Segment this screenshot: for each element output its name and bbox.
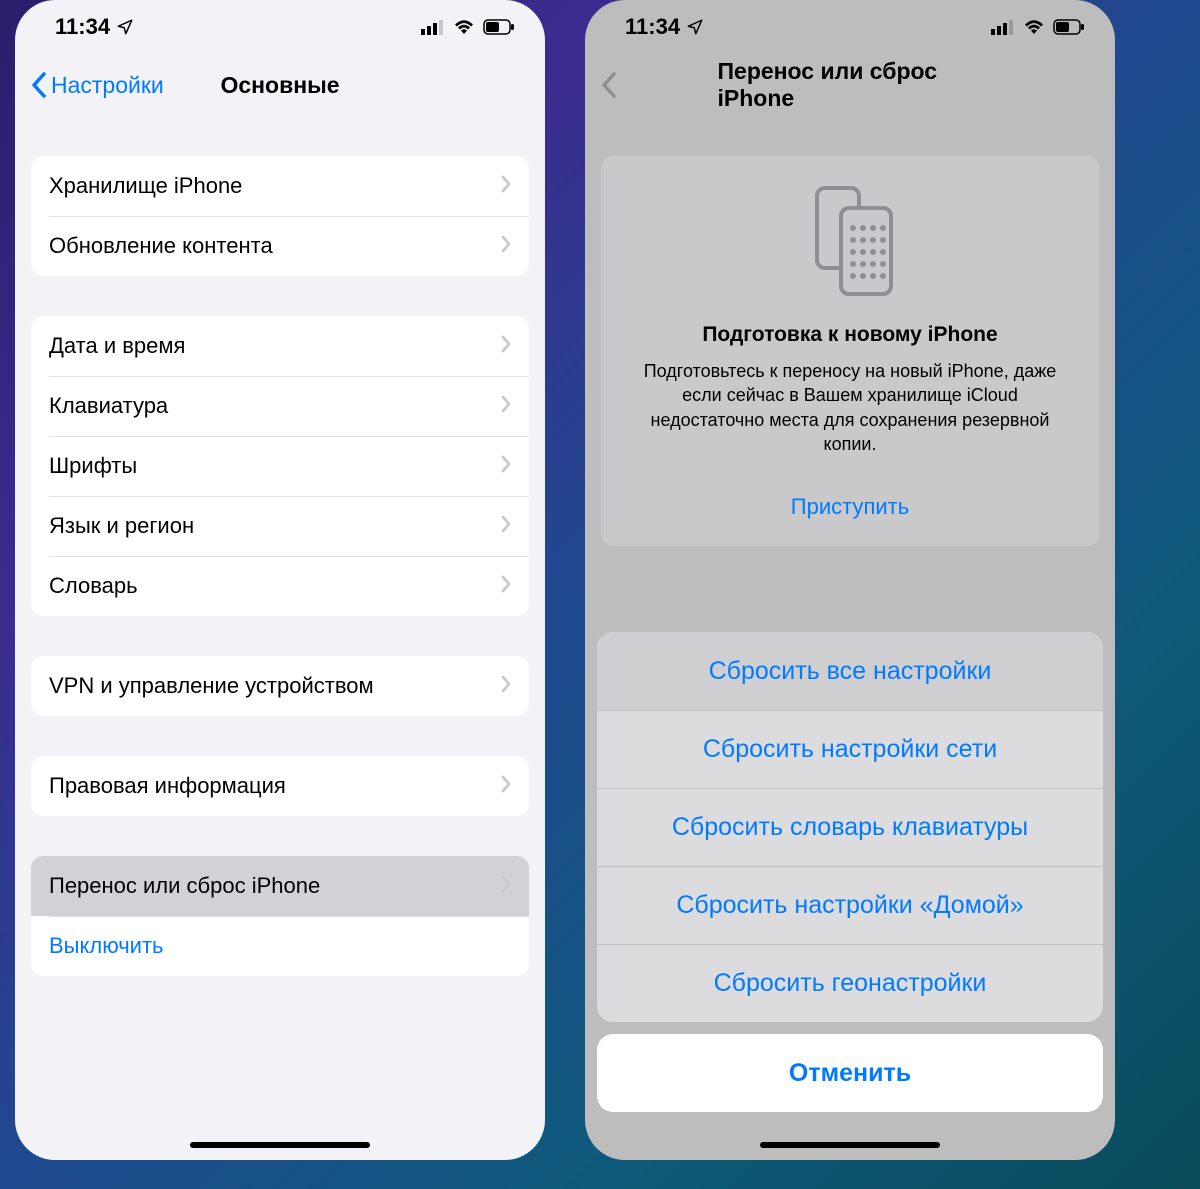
- cellular-signal-icon: [991, 19, 1015, 35]
- status-bar: 11:34: [585, 0, 1115, 54]
- reset-keyboard-dictionary[interactable]: Сбросить словарь клавиатуры: [597, 788, 1103, 866]
- chevron-right-icon: [501, 513, 511, 539]
- row-background-refresh[interactable]: Обновление контента: [31, 216, 529, 276]
- nav-header: Настройки Основные: [15, 54, 545, 116]
- location-icon: [686, 18, 704, 36]
- prepare-action-button[interactable]: Приступить: [625, 494, 1075, 520]
- chevron-right-icon: [501, 453, 511, 479]
- chevron-right-icon: [501, 393, 511, 419]
- page-title: Основные: [220, 72, 339, 99]
- settings-content: Хранилище iPhone Обновление контента Дат…: [15, 116, 545, 976]
- row-iphone-storage[interactable]: Хранилище iPhone: [31, 156, 529, 216]
- settings-group-storage: Хранилище iPhone Обновление контента: [31, 156, 529, 276]
- status-bar: 11:34: [15, 0, 545, 54]
- prepare-description: Подготовьтесь к переносу на новый iPhone…: [625, 359, 1075, 456]
- row-dictionary[interactable]: Словарь: [31, 556, 529, 616]
- page-title: Перенос или сброс iPhone: [718, 58, 983, 112]
- chevron-right-icon: [501, 873, 511, 899]
- iphone-transfer-icon: [807, 186, 893, 301]
- cellular-signal-icon: [421, 19, 445, 35]
- chevron-left-icon: [31, 72, 47, 98]
- chevron-right-icon: [501, 573, 511, 599]
- back-button[interactable]: Настройки: [31, 72, 164, 99]
- row-label: Шрифты: [49, 453, 137, 479]
- row-fonts[interactable]: Шрифты: [31, 436, 529, 496]
- chevron-right-icon: [501, 333, 511, 359]
- row-label: VPN и управление устройством: [49, 673, 374, 699]
- row-label: Клавиатура: [49, 393, 168, 419]
- home-indicator[interactable]: [760, 1142, 940, 1148]
- row-label: Словарь: [49, 573, 138, 599]
- chevron-right-icon: [501, 673, 511, 699]
- row-vpn-device-management[interactable]: VPN и управление устройством: [31, 656, 529, 716]
- sheet-label: Сбросить словарь клавиатуры: [672, 813, 1028, 842]
- reset-network-settings[interactable]: Сбросить настройки сети: [597, 710, 1103, 788]
- sheet-label: Сбросить настройки сети: [703, 735, 997, 764]
- battery-icon: [1053, 19, 1085, 35]
- reset-all-settings[interactable]: Сбросить все настройки: [597, 632, 1103, 710]
- row-label: Язык и регион: [49, 513, 194, 539]
- action-sheet: Сбросить все настройки Сбросить настройк…: [597, 632, 1103, 1112]
- row-label: Выключить: [49, 933, 164, 959]
- chevron-left-icon: [601, 72, 617, 98]
- phone-right: 11:34 Перенос или сброс iPhone: [585, 0, 1115, 1160]
- chevron-right-icon: [501, 233, 511, 259]
- row-label: Правовая информация: [49, 773, 286, 799]
- phone-left: 11:34 Настройки Основные: [15, 0, 545, 1160]
- row-label: Дата и время: [49, 333, 185, 359]
- action-sheet-options: Сбросить все настройки Сбросить настройк…: [597, 632, 1103, 1022]
- reset-home-layout[interactable]: Сбросить настройки «Домой»: [597, 866, 1103, 944]
- wifi-icon: [453, 19, 475, 35]
- sheet-label: Сбросить все настройки: [709, 657, 992, 686]
- row-label: Хранилище iPhone: [49, 173, 242, 199]
- row-keyboard[interactable]: Клавиатура: [31, 376, 529, 436]
- wifi-icon: [1023, 19, 1045, 35]
- location-icon: [116, 18, 134, 36]
- status-time: 11:34: [55, 14, 110, 40]
- row-transfer-reset[interactable]: Перенос или сброс iPhone: [31, 856, 529, 916]
- settings-group-vpn: VPN и управление устройством: [31, 656, 529, 716]
- row-label: Обновление контента: [49, 233, 273, 259]
- cancel-button[interactable]: Отменить: [597, 1034, 1103, 1112]
- settings-group-legal: Правовая информация: [31, 756, 529, 816]
- chevron-right-icon: [501, 173, 511, 199]
- back-button[interactable]: [601, 72, 617, 98]
- row-legal[interactable]: Правовая информация: [31, 756, 529, 816]
- settings-group-reset: Перенос или сброс iPhone Выключить: [31, 856, 529, 976]
- nav-header: Перенос или сброс iPhone: [585, 54, 1115, 116]
- row-shutdown[interactable]: Выключить: [31, 916, 529, 976]
- reset-location-settings[interactable]: Сбросить геонастройки: [597, 944, 1103, 1022]
- status-time: 11:34: [625, 14, 680, 40]
- prepare-title: Подготовка к новому iPhone: [625, 323, 1075, 347]
- row-date-time[interactable]: Дата и время: [31, 316, 529, 376]
- home-indicator[interactable]: [190, 1142, 370, 1148]
- chevron-right-icon: [501, 773, 511, 799]
- cancel-label: Отменить: [789, 1059, 911, 1088]
- sheet-label: Сбросить геонастройки: [714, 969, 987, 998]
- row-label: Перенос или сброс iPhone: [49, 873, 320, 899]
- back-label: Настройки: [51, 72, 164, 99]
- prepare-card: Подготовка к новому iPhone Подготовьтесь…: [601, 156, 1099, 546]
- battery-icon: [483, 19, 515, 35]
- sheet-label: Сбросить настройки «Домой»: [676, 891, 1023, 920]
- row-language-region[interactable]: Язык и регион: [31, 496, 529, 556]
- settings-group-locale: Дата и время Клавиатура Шрифты Язык и ре…: [31, 316, 529, 616]
